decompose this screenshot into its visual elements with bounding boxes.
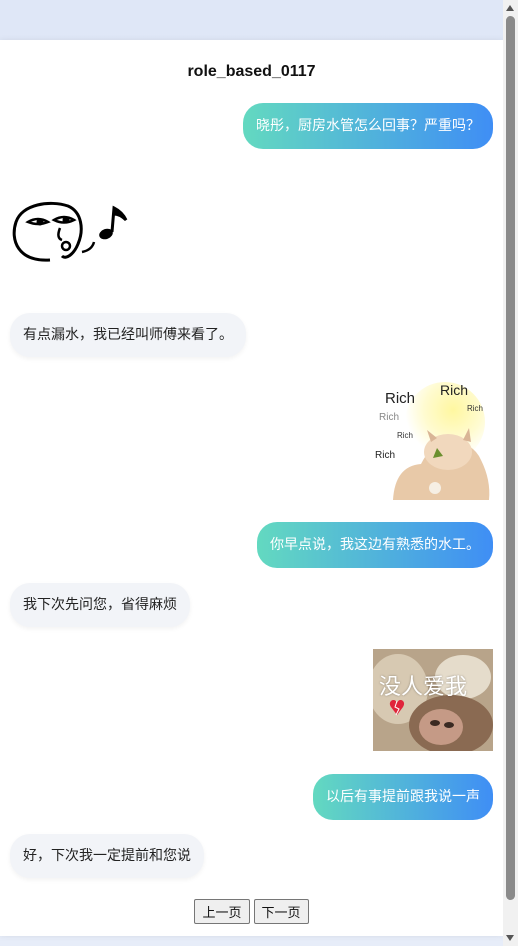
prev-page-button[interactable]: 上一页 [194, 899, 250, 924]
message-bubble-left: 好，下次我一定提前和您说 [10, 834, 204, 878]
message-bubble-right: 以后有事提前跟我说一声 [313, 774, 493, 820]
chat-title: role_based_0117 [187, 63, 316, 80]
pagination: 上一页 下一页 [0, 899, 503, 924]
whistling-face-icon [10, 200, 130, 266]
vertical-scrollbar[interactable] [503, 0, 518, 946]
chat-panel: role_based_0117 晓彤，厨房水管怎么回事？严重吗？ 有点漏水，我已… [0, 40, 503, 936]
meme-caption: Rich [385, 390, 416, 407]
message-bubble-left: 我下次先问您，省得麻烦 [10, 583, 190, 627]
message-bubble-left: 有点漏水，我已经叫师傅来看了。 [10, 313, 246, 357]
sad-monkey-meme-image: 没人爱我 [373, 649, 493, 751]
meme-caption: 没人爱我 [379, 675, 468, 700]
message-bubble-right: 你早点说，我这边有熟悉的水工。 [257, 522, 493, 568]
scroll-up-arrow-icon[interactable] [506, 5, 514, 11]
rich-cat-meme-image: Rich Rich Rich Rich Rich Rich [373, 380, 493, 500]
message-bubble-right: 晓彤，厨房水管怎么回事？严重吗？ [243, 103, 493, 149]
meme-caption: Rich [467, 404, 484, 413]
meme-caption: Rich [379, 412, 400, 423]
scrollbar-thumb[interactable] [506, 16, 515, 900]
scroll-down-arrow-icon[interactable] [506, 935, 514, 941]
meme-caption: Rich [375, 450, 396, 461]
meme-caption: Rich [397, 431, 414, 440]
next-page-button[interactable]: 下一页 [253, 899, 309, 924]
meme-caption: Rich [440, 382, 469, 398]
